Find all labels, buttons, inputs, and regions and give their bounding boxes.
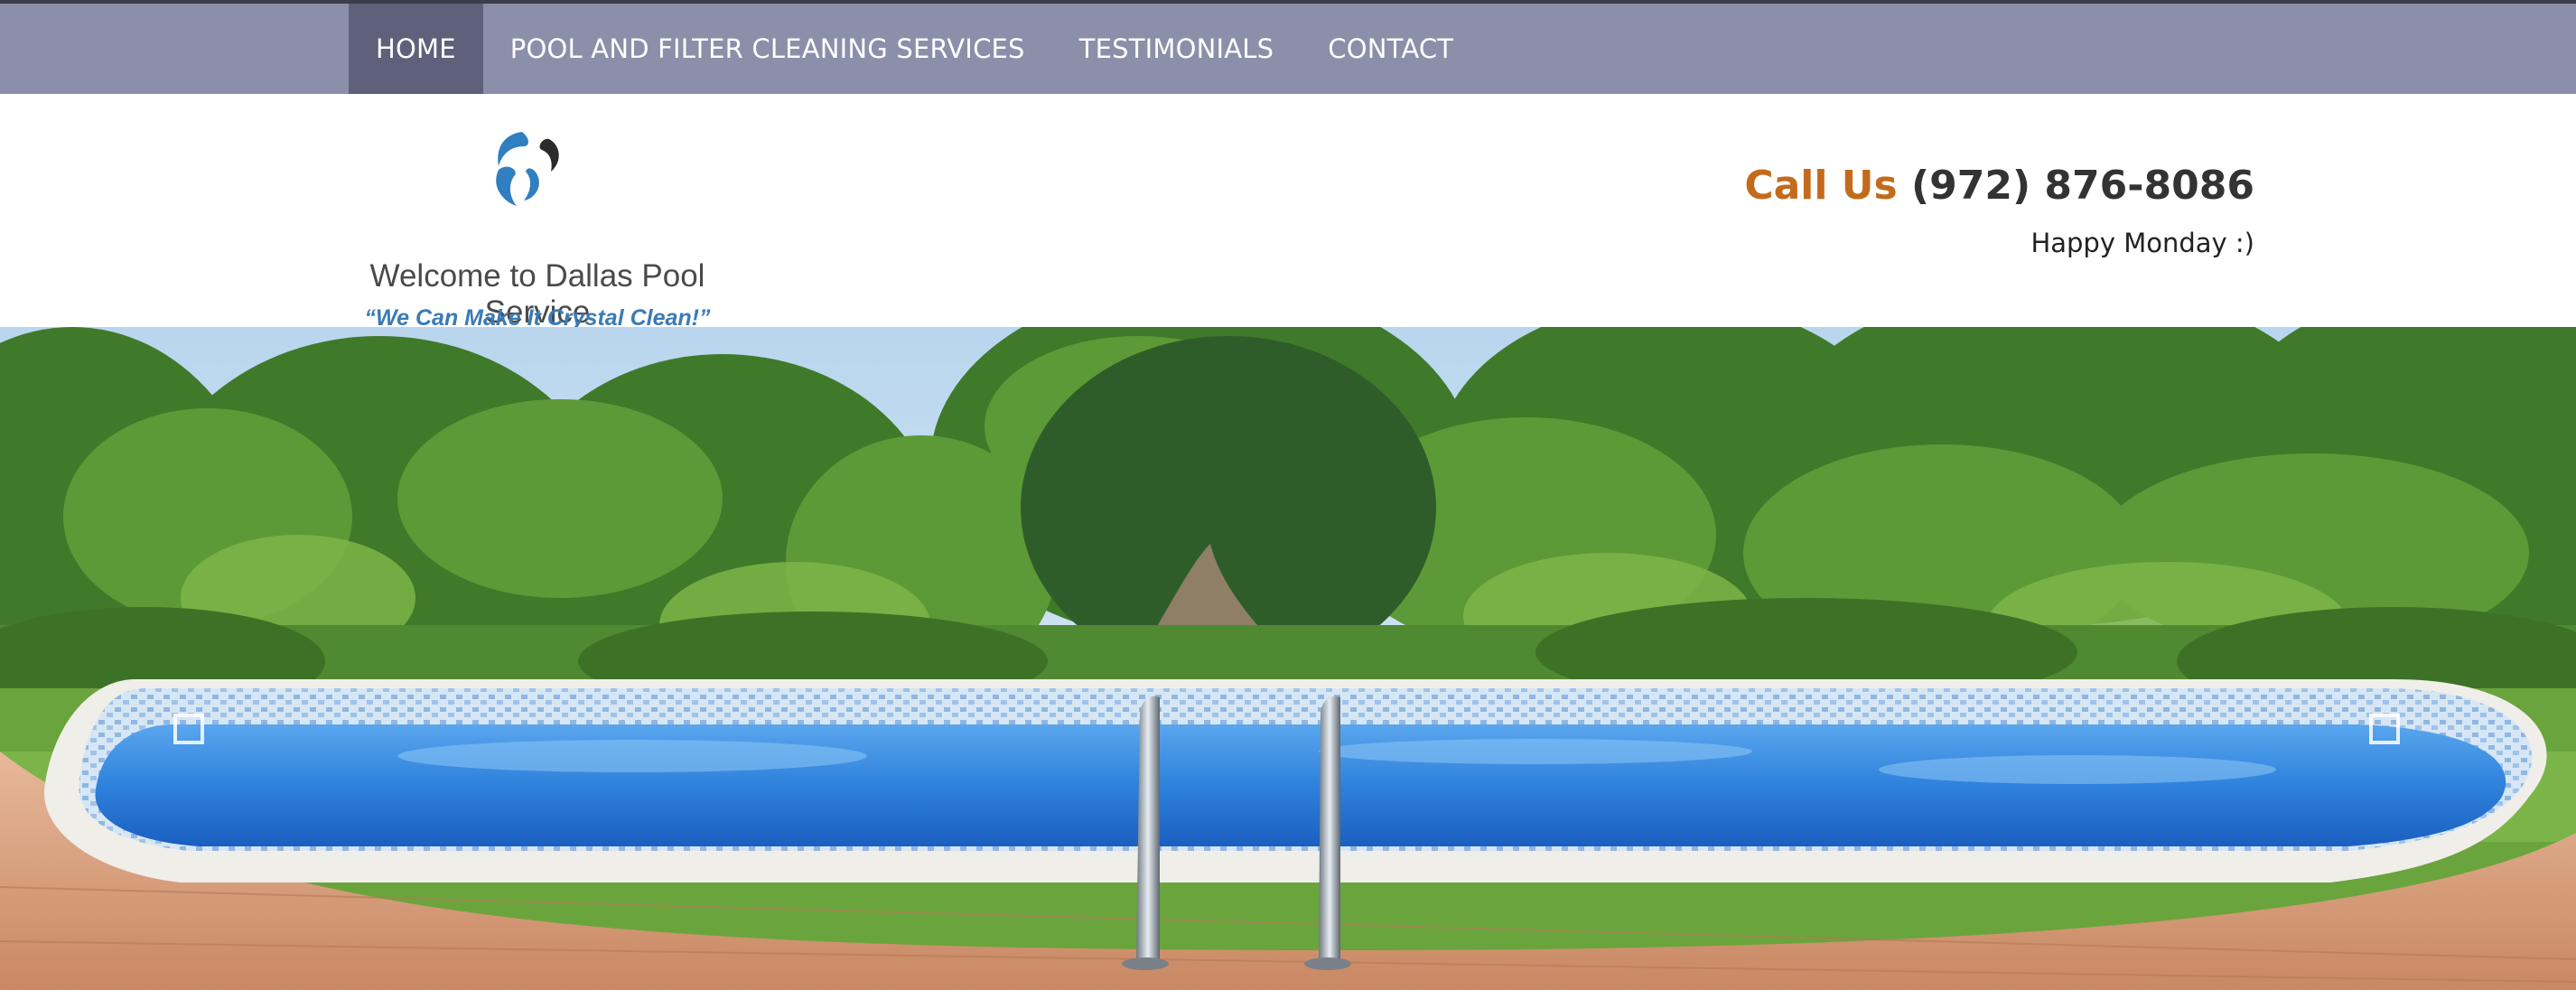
swirl-logo-icon xyxy=(496,132,559,206)
slider-next-icon[interactable] xyxy=(2369,714,2400,744)
day-greeting: Happy Monday :) xyxy=(2030,228,2254,258)
pool-photo xyxy=(0,327,2576,990)
nav-menu: HOME POOL AND FILTER CLEANING SERVICES T… xyxy=(349,4,1480,94)
nav-item-testimonials[interactable]: TESTIMONIALS xyxy=(1052,4,1302,94)
nav-item-pool-filter-cleaning[interactable]: POOL AND FILTER CLEANING SERVICES xyxy=(483,4,1052,94)
phone-number[interactable]: (972) 876-8086 xyxy=(1911,163,2254,209)
call-us-label: Call Us xyxy=(1744,163,1898,209)
top-navigation: HOME POOL AND FILTER CLEANING SERVICES T… xyxy=(0,4,2576,94)
hero-slider xyxy=(0,327,2576,990)
site-logo[interactable]: Welcome to Dallas Pool Service “We Can M… xyxy=(316,126,768,331)
slider-prev-icon[interactable] xyxy=(173,714,204,744)
nav-item-contact[interactable]: CONTACT xyxy=(1301,4,1480,94)
site-header: Welcome to Dallas Pool Service “We Can M… xyxy=(0,94,2576,331)
nav-item-home[interactable]: HOME xyxy=(349,4,483,94)
call-us-line: Call Us (972) 876-8086 xyxy=(1744,163,2254,209)
